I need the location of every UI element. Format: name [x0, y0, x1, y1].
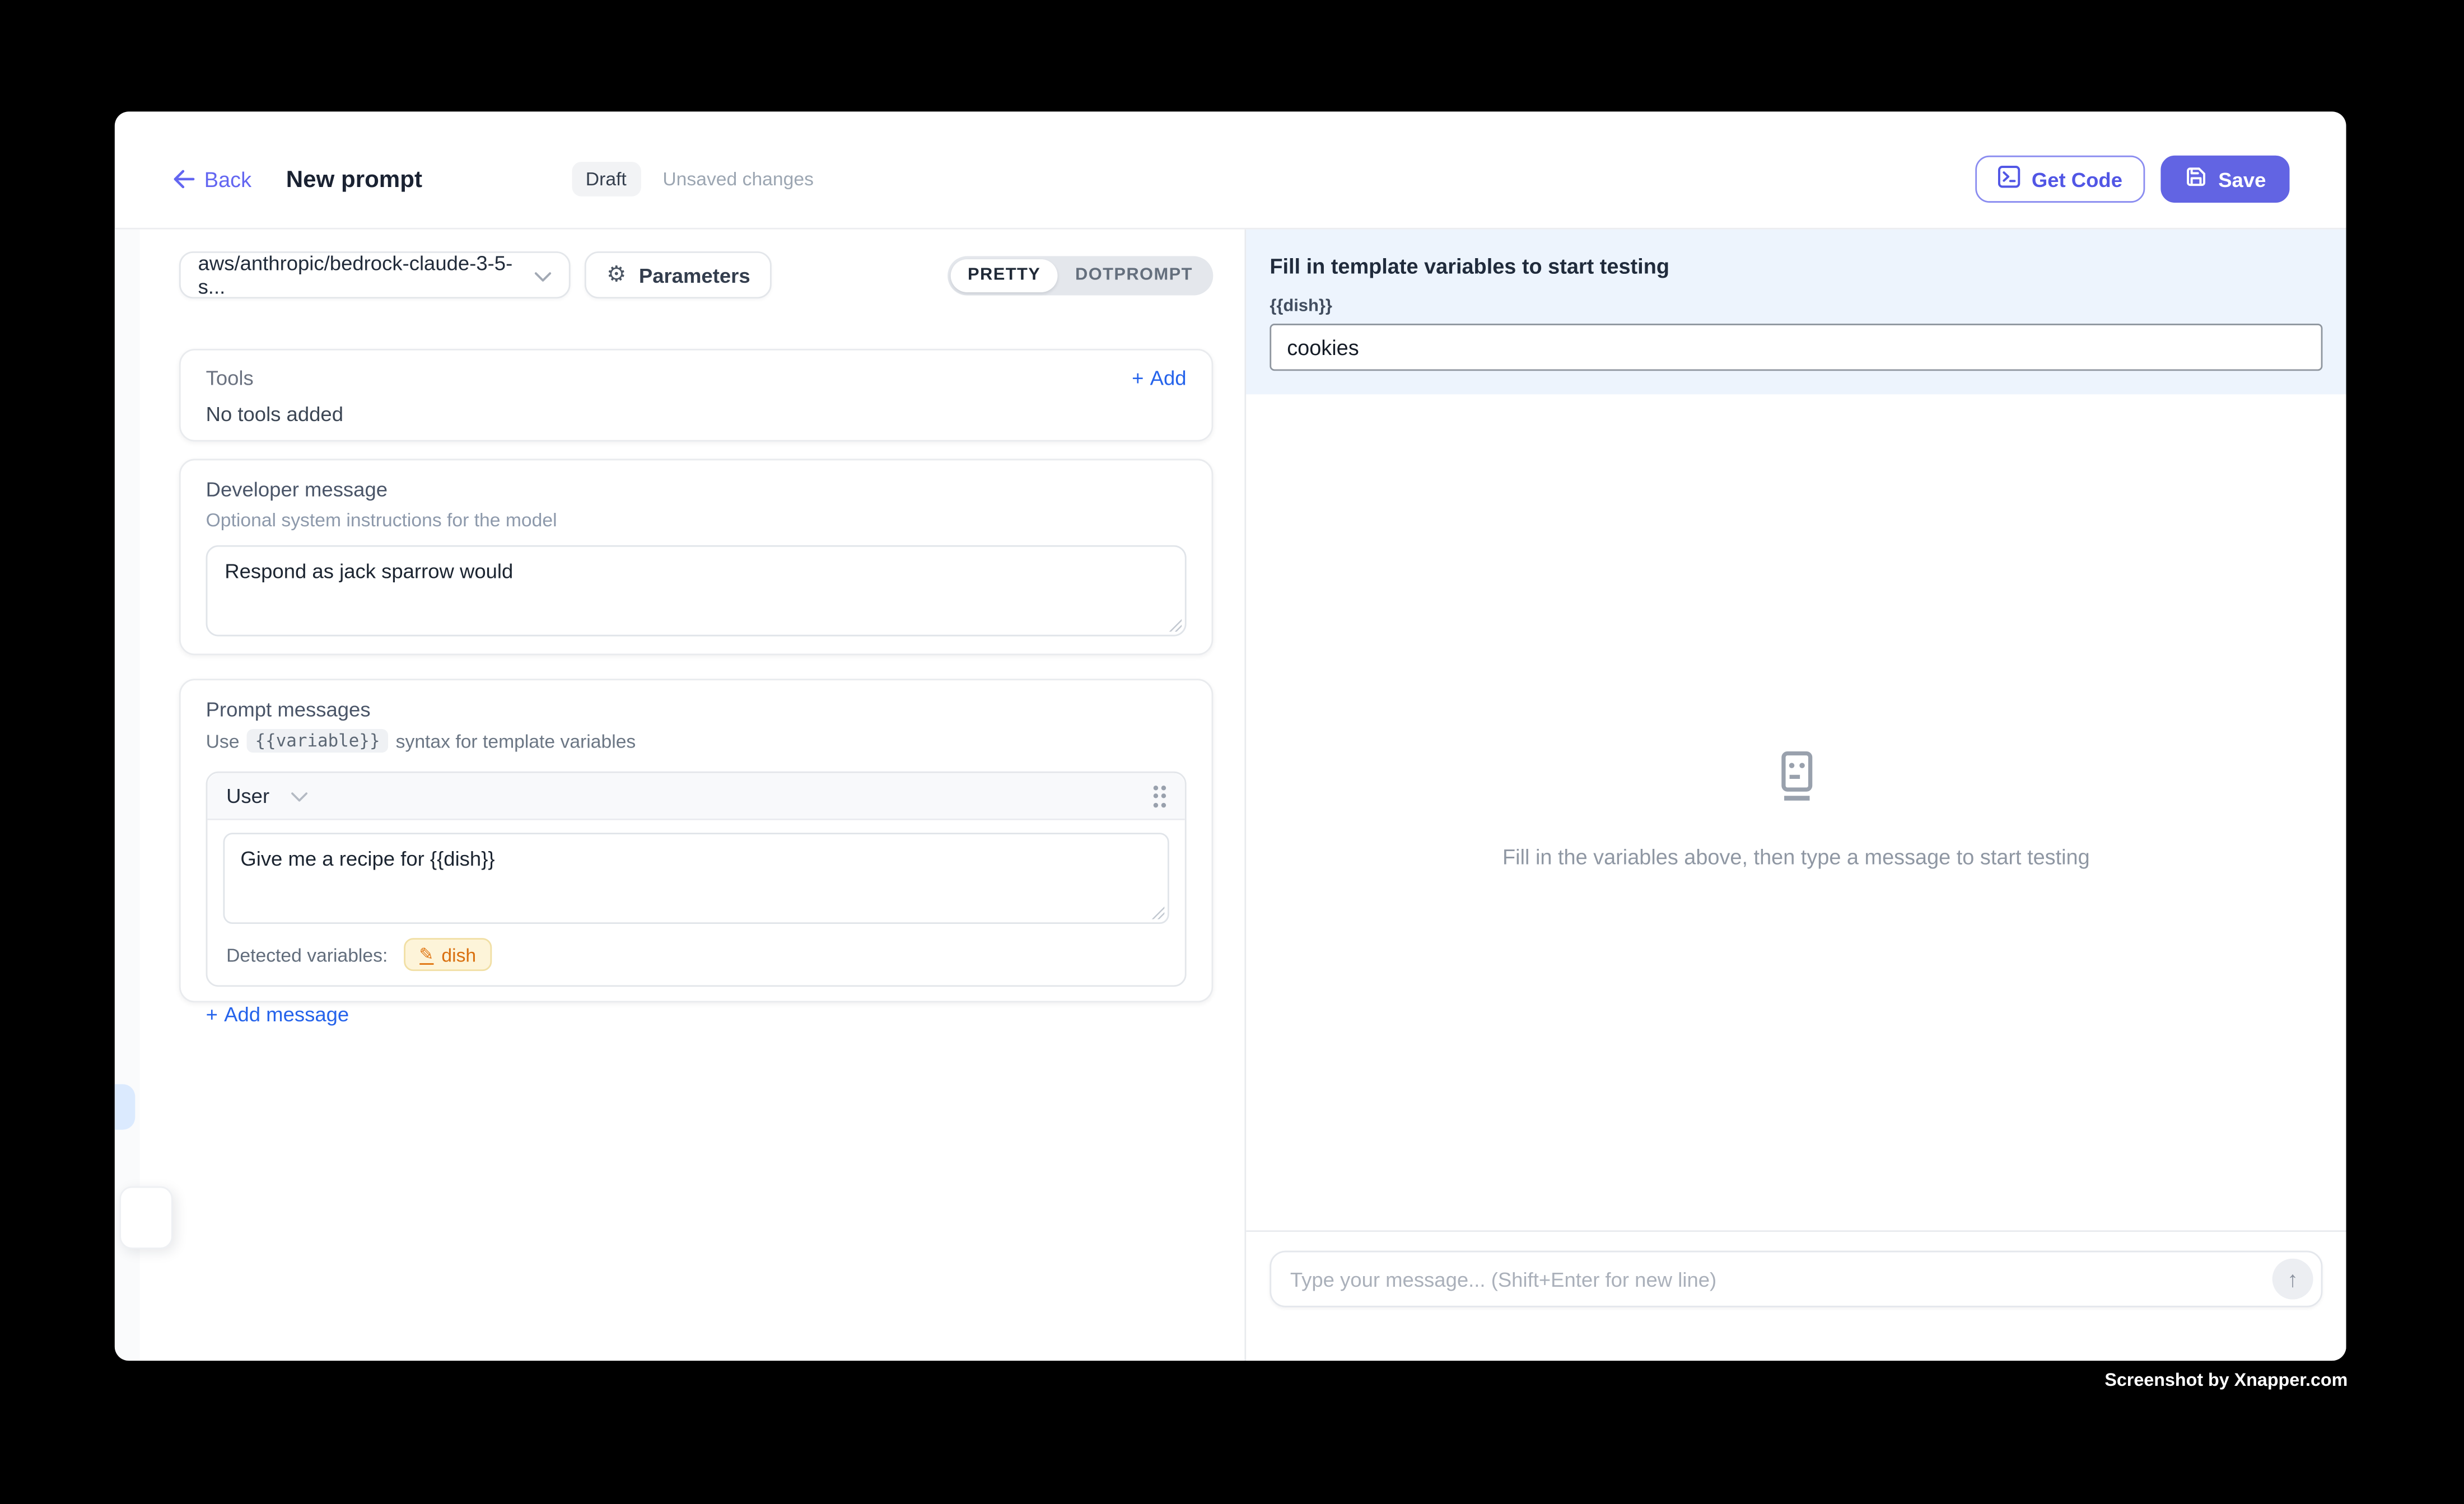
variable-name-label: {{dish}} — [1270, 297, 2322, 316]
save-button[interactable]: Save — [2160, 156, 2289, 203]
variables-section-title: Fill in template variables to start test… — [1270, 255, 2322, 278]
popover-fragment — [119, 1187, 172, 1249]
save-icon — [2183, 165, 2207, 194]
toggle-pretty[interactable]: PRETTY — [950, 259, 1058, 292]
chat-empty-text: Fill in the variables above, then type a… — [1502, 846, 2090, 869]
watermark-text: Screenshot by Xnapper.com — [2104, 1372, 2348, 1391]
role-select[interactable]: User — [226, 784, 309, 807]
resize-handle[interactable] — [1168, 618, 1182, 632]
chat-message-input[interactable] — [1290, 1267, 2272, 1291]
variable-badge-dish[interactable]: ✎ dish — [403, 938, 492, 971]
chat-footer: ↑ — [1246, 1230, 2346, 1361]
send-arrow-icon: ↑ — [2287, 1267, 2298, 1292]
resize-handle[interactable] — [1150, 905, 1164, 919]
template-variables-section: Fill in template variables to start test… — [1246, 230, 2346, 395]
tools-empty-text: No tools added — [206, 402, 1187, 426]
parameters-label: Parameters — [639, 263, 750, 287]
add-message-label: Add message — [224, 1002, 349, 1026]
status-badge: Draft — [572, 162, 641, 197]
template-syntax-hint: Use {{variable}} syntax for template var… — [206, 729, 1187, 753]
drag-handle-icon[interactable] — [1152, 785, 1166, 807]
developer-message-textarea[interactable]: Respond as jack sparrow would — [206, 545, 1187, 637]
variable-syntax-chip: {{variable}} — [248, 729, 388, 753]
back-button[interactable]: Back — [173, 167, 251, 191]
prompt-editor-panel: aws/anthropic/bedrock-claude-3-5-s... ⚙ … — [140, 230, 1245, 1361]
unsaved-changes-label: Unsaved changes — [662, 168, 814, 190]
test-panel: Fill in template variables to start test… — [1244, 230, 2346, 1361]
variable-value-input[interactable] — [1270, 324, 2322, 371]
prompt-messages-card: Prompt messages Use {{variable}} syntax … — [179, 679, 1213, 1002]
terminal-icon — [1997, 165, 2020, 194]
header: Back New prompt Draft Unsaved changes Ge… — [115, 111, 2346, 229]
prompt-messages-title: Prompt messages — [206, 698, 1187, 721]
variable-badge-label: dish — [441, 943, 476, 965]
toggle-dotprompt[interactable]: DOTPROMPT — [1058, 259, 1210, 292]
detected-variables-label: Detected variables: — [226, 943, 388, 965]
page-title: New prompt — [286, 166, 422, 193]
tools-card: Tools + Add No tools added — [179, 349, 1213, 442]
screenshot-stage: Back New prompt Draft Unsaved changes Ge… — [0, 0, 2464, 1503]
chat-input-row: ↑ — [1270, 1251, 2322, 1307]
back-label: Back — [204, 167, 251, 191]
add-tool-label: Add — [1150, 366, 1187, 390]
message-header: User — [207, 773, 1184, 820]
chat-area: Fill in the variables above, then type a… — [1246, 394, 2346, 1230]
parameters-button[interactable]: ⚙ Parameters — [585, 251, 772, 298]
role-select-value: User — [226, 784, 269, 807]
pencil-icon: ✎ — [419, 945, 433, 964]
message-block: User Give me a recipe for {{ — [206, 772, 1187, 987]
plus-icon: + — [1132, 366, 1144, 390]
app-window: Back New prompt Draft Unsaved changes Ge… — [115, 111, 2346, 1361]
save-label: Save — [2218, 167, 2266, 191]
message-textarea[interactable]: Give me a recipe for {{dish}} — [223, 833, 1169, 924]
model-select[interactable]: aws/anthropic/bedrock-claude-3-5-s... — [179, 251, 571, 298]
hint-suffix: syntax for template variables — [396, 730, 636, 751]
detected-variables-row: Detected variables: ✎ dish — [223, 938, 1169, 971]
plus-icon: + — [206, 1002, 218, 1026]
developer-message-title: Developer message — [206, 478, 1187, 501]
gear-icon: ⚙ — [606, 264, 626, 286]
get-code-button[interactable]: Get Code — [1975, 156, 2144, 203]
back-arrow-icon — [173, 170, 195, 189]
robot-icon — [1775, 751, 1818, 811]
editor-toolbar: aws/anthropic/bedrock-claude-3-5-s... ⚙ … — [179, 251, 1213, 298]
chevron-down-icon — [534, 263, 552, 287]
chevron-down-icon — [291, 784, 309, 807]
chat-empty-state: Fill in the variables above, then type a… — [1246, 751, 2346, 868]
add-tool-button[interactable]: + Add — [1132, 366, 1186, 390]
send-button[interactable]: ↑ — [2272, 1259, 2313, 1300]
model-select-value: aws/anthropic/bedrock-claude-3-5-s... — [198, 251, 535, 298]
get-code-label: Get Code — [2032, 167, 2122, 191]
format-toggle: PRETTY DOTPROMPT — [948, 255, 1214, 295]
message-body: Give me a recipe for {{dish}} Detected v… — [207, 820, 1184, 985]
developer-message-card: Developer message Optional system instru… — [179, 459, 1213, 655]
header-actions: Get Code Save — [1975, 156, 2290, 203]
developer-message-subtitle: Optional system instructions for the mod… — [206, 509, 1187, 531]
add-message-button[interactable]: + Add message — [206, 1002, 349, 1026]
hint-prefix: Use — [206, 730, 240, 751]
main-content: aws/anthropic/bedrock-claude-3-5-s... ⚙ … — [115, 230, 2346, 1361]
rail-active-item[interactable] — [115, 1084, 135, 1129]
tools-title: Tools — [206, 366, 254, 390]
